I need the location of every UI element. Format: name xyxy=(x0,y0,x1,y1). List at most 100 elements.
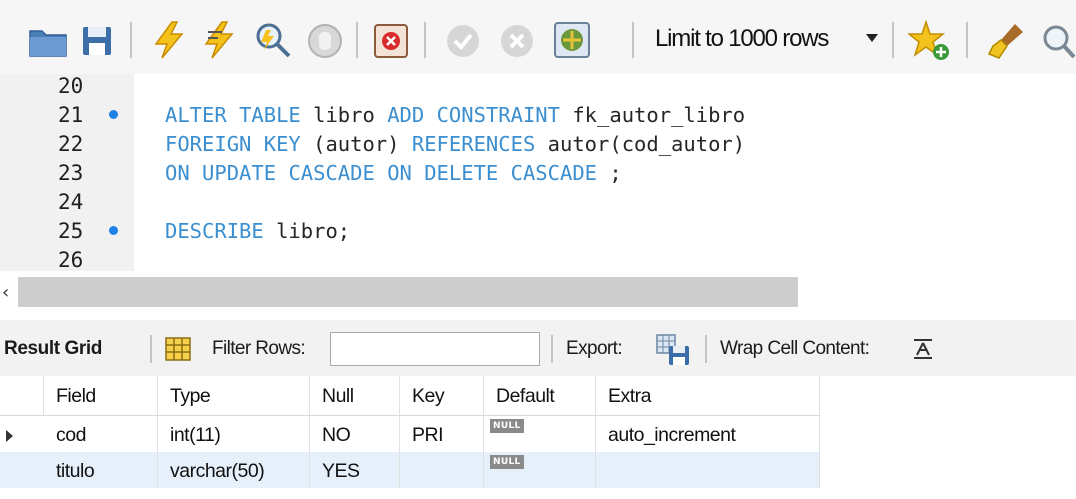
toolbar-separator xyxy=(966,22,968,58)
sql-token: fk_autor_libro xyxy=(572,103,746,127)
statement-marker-icon xyxy=(109,110,118,119)
sql-keyword: UPDATE xyxy=(202,161,277,185)
sql-keyword: KEY xyxy=(263,132,301,156)
save-icon[interactable] xyxy=(80,24,114,58)
sql-keyword: CASCADE xyxy=(510,161,598,185)
column-header-null[interactable]: Null xyxy=(310,376,400,416)
filter-rows-label: Filter Rows: xyxy=(212,338,306,359)
export-label: Export: xyxy=(566,338,623,359)
result-grid[interactable]: Field Type Null Key Default Extra cod in… xyxy=(0,376,1076,499)
column-header-default[interactable]: Default xyxy=(484,376,596,416)
line-number-gutter: 20 21 22 23 24 25 26 xyxy=(0,74,134,271)
commit-icon[interactable] xyxy=(444,22,482,60)
sql-keyword: ADD xyxy=(387,103,425,127)
code-line: FOREIGN KEY (autor) REFERENCES autor(cod… xyxy=(165,130,745,159)
toolbar-separator xyxy=(356,22,358,58)
result-grid-header: Field Type Null Key Default Extra xyxy=(0,376,820,416)
toggle-error-continue-icon[interactable] xyxy=(372,22,410,60)
line-number: 25 xyxy=(58,219,84,243)
cell-field[interactable]: cod xyxy=(44,416,158,452)
null-badge: NULL xyxy=(490,419,524,433)
cell-default[interactable]: NULL xyxy=(484,452,596,488)
grid-view-icon[interactable] xyxy=(165,337,191,361)
scrollbar-thumb[interactable] xyxy=(18,277,798,307)
sql-keyword: ON xyxy=(387,161,412,185)
execute-lightning-icon[interactable] xyxy=(150,20,188,60)
cell-field[interactable]: titulo xyxy=(44,452,158,488)
toolbar-separator xyxy=(892,22,894,58)
cell-type[interactable]: int(11) xyxy=(158,416,310,452)
cell-default[interactable]: NULL xyxy=(484,416,596,452)
export-icon[interactable] xyxy=(656,334,690,366)
sql-editor[interactable]: 20 21 22 23 24 25 26 ALTER TABLE libro A… xyxy=(0,74,1076,271)
toolbar-separator xyxy=(551,335,553,363)
find-icon[interactable] xyxy=(1040,22,1076,60)
chevron-down-icon[interactable] xyxy=(865,33,879,43)
execute-current-statement-icon[interactable] xyxy=(200,20,240,60)
sql-keyword: DESCRIBE xyxy=(165,219,264,243)
sql-token: libro; xyxy=(276,219,351,243)
toolbar-separator xyxy=(150,335,152,363)
cell-type[interactable]: varchar(50) xyxy=(158,452,310,488)
limit-rows-select[interactable]: Limit to 1000 rows xyxy=(655,22,855,56)
rollback-icon[interactable] xyxy=(498,22,536,60)
current-row-pointer-icon xyxy=(6,430,13,442)
sql-keyword: ON xyxy=(165,161,190,185)
sql-keyword: DELETE xyxy=(424,161,499,185)
column-header-field[interactable]: Field xyxy=(44,376,158,416)
code-line: ON UPDATE CASCADE ON DELETE CASCADE ; xyxy=(165,159,622,188)
toolbar-separator xyxy=(424,22,426,58)
autocommit-toggle-icon[interactable] xyxy=(552,20,592,60)
sql-token: autor(cod_autor) xyxy=(547,132,746,156)
brush-clean-icon[interactable] xyxy=(985,20,1027,62)
column-header-key[interactable]: Key xyxy=(400,376,484,416)
filter-rows-input[interactable] xyxy=(330,332,540,366)
null-badge: NULL xyxy=(490,455,524,469)
cell-key[interactable] xyxy=(400,452,484,488)
cell-key[interactable]: PRI xyxy=(400,416,484,452)
column-header-extra[interactable]: Extra xyxy=(596,376,820,416)
sql-keyword: REFERENCES xyxy=(411,132,536,156)
cell-null[interactable]: YES xyxy=(310,452,400,488)
wrap-text-icon[interactable] xyxy=(912,338,934,360)
stop-icon[interactable] xyxy=(306,22,344,60)
cell-null[interactable]: NO xyxy=(310,416,400,452)
explain-magnifier-icon[interactable] xyxy=(252,20,294,60)
open-folder-icon[interactable] xyxy=(28,24,68,58)
table-row[interactable]: titulo varchar(50) YES NULL xyxy=(0,452,820,488)
line-number: 23 xyxy=(58,161,84,185)
toolbar-separator xyxy=(130,22,132,58)
sql-token: libro xyxy=(313,103,375,127)
cell-extra[interactable] xyxy=(596,452,820,488)
beautify-star-icon[interactable] xyxy=(908,20,952,62)
line-number: 21 xyxy=(58,103,84,127)
toolbar-separator xyxy=(632,22,634,58)
result-grid-tab[interactable]: Result Grid xyxy=(4,334,102,364)
line-number: 20 xyxy=(58,74,84,98)
column-header-type[interactable]: Type xyxy=(158,376,310,416)
cell-extra[interactable]: auto_increment xyxy=(596,416,820,452)
statement-marker-icon xyxy=(109,226,118,235)
line-number: 26 xyxy=(58,248,84,271)
code-line: ALTER TABLE libro ADD CONSTRAINT fk_auto… xyxy=(165,101,745,130)
editor-horizontal-scrollbar[interactable]: ‹ xyxy=(0,271,1076,320)
scroll-left-arrow-icon[interactable]: ‹ xyxy=(2,280,16,306)
table-row[interactable]: cod int(11) NO PRI NULL auto_increment xyxy=(0,416,820,452)
sql-editor-toolbar: Limit to 1000 rows xyxy=(0,0,1076,74)
line-number: 24 xyxy=(58,190,84,214)
